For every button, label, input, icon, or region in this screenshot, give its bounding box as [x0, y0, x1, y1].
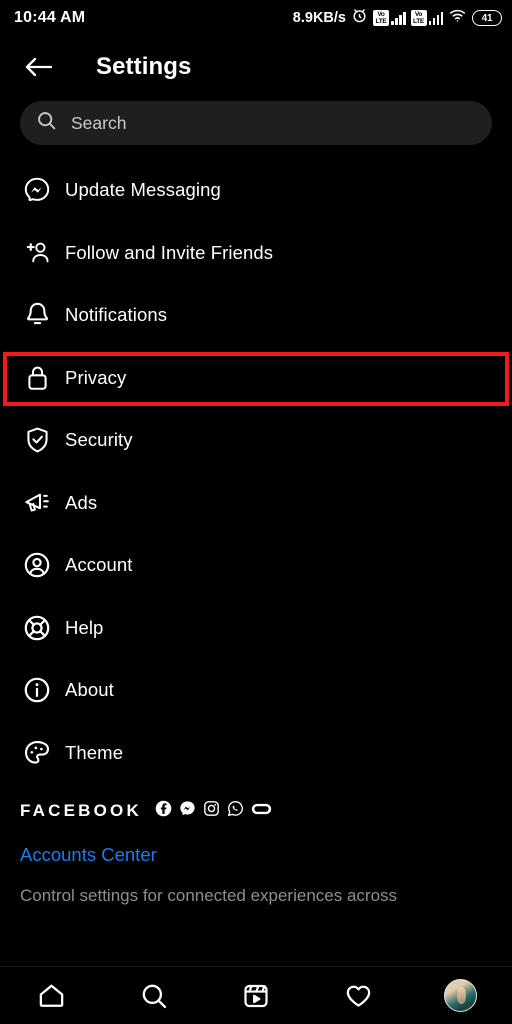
- search-icon: [36, 110, 57, 136]
- sim2-signal: VoLTE: [411, 10, 444, 26]
- bell-icon: [20, 298, 54, 332]
- nav-reels[interactable]: [229, 973, 283, 1019]
- battery-indicator: 41: [472, 10, 502, 26]
- search-placeholder: Search: [71, 113, 126, 134]
- footer-description: Control settings for connected experienc…: [20, 884, 492, 907]
- facebook-app-icons: [155, 800, 272, 822]
- app-header: Settings: [0, 36, 512, 98]
- settings-item-label: Account: [65, 554, 133, 576]
- megaphone-icon: [20, 486, 54, 520]
- settings-item-label: Help: [65, 617, 103, 639]
- settings-item-label: Security: [65, 429, 133, 451]
- settings-item-privacy[interactable]: Privacy: [0, 347, 512, 410]
- settings-item-ads[interactable]: Ads: [0, 472, 512, 535]
- status-icons: 8.9KB/s VoLTE VoLTE 41: [293, 0, 502, 36]
- instagram-icon: [203, 800, 220, 822]
- settings-item-update-messaging[interactable]: Update Messaging: [0, 159, 512, 222]
- settings-item-label: Privacy: [65, 367, 126, 389]
- facebook-brand-row: FACEBOOK: [20, 800, 492, 822]
- whatsapp-icon: [227, 800, 244, 822]
- settings-item-label: Notifications: [65, 304, 167, 326]
- page-title: Settings: [96, 53, 191, 81]
- settings-item-help[interactable]: Help: [0, 597, 512, 660]
- status-clock: 10:44 AM: [14, 9, 85, 27]
- nav-search[interactable]: [127, 973, 181, 1019]
- palette-icon: [20, 736, 54, 770]
- life-ring-icon: [20, 611, 54, 645]
- settings-item-label: Theme: [65, 742, 123, 764]
- settings-item-label: About: [65, 679, 114, 701]
- settings-item-theme[interactable]: Theme: [0, 722, 512, 785]
- messenger-icon: [20, 173, 54, 207]
- add-person-icon: [20, 236, 54, 270]
- network-speed-text: 8.9KB/s: [293, 10, 346, 26]
- accounts-center-link[interactable]: Accounts Center: [20, 844, 492, 866]
- lock-icon: [20, 361, 54, 395]
- shield-check-icon: [20, 423, 54, 457]
- search-input[interactable]: Search: [20, 101, 492, 145]
- settings-item-about[interactable]: About: [0, 659, 512, 722]
- settings-item-follow-and-invite-friends[interactable]: Follow and Invite Friends: [0, 222, 512, 285]
- alarm-clock-icon: [351, 7, 368, 29]
- settings-item-label: Ads: [65, 492, 97, 514]
- settings-item-label: Follow and Invite Friends: [65, 242, 273, 264]
- settings-menu: Update Messaging Follow and Invite Frien…: [0, 159, 512, 784]
- nav-activity[interactable]: [331, 973, 385, 1019]
- facebook-wordmark: FACEBOOK: [20, 801, 142, 821]
- sim2-bars-icon: [429, 11, 444, 25]
- facebook-icon: [155, 800, 172, 822]
- facebook-footer: FACEBOOK: [0, 784, 512, 907]
- nav-home[interactable]: [24, 973, 78, 1019]
- settings-item-notifications[interactable]: Notifications: [0, 284, 512, 347]
- nav-profile[interactable]: [434, 973, 488, 1019]
- settings-item-label: Update Messaging: [65, 179, 221, 201]
- sim1-bars-icon: [391, 11, 406, 25]
- messenger-icon: [179, 800, 196, 822]
- avatar[interactable]: [444, 979, 477, 1012]
- sim2-volte-icon: VoLTE: [411, 10, 427, 26]
- sim1-signal: VoLTE: [373, 10, 406, 26]
- wifi-icon: [448, 7, 467, 29]
- settings-item-account[interactable]: Account: [0, 534, 512, 597]
- bottom-navigation: [0, 966, 512, 1024]
- settings-item-security[interactable]: Security: [0, 409, 512, 472]
- portal-icon: [251, 802, 272, 821]
- sim1-volte-icon: VoLTE: [373, 10, 389, 26]
- back-arrow-icon[interactable]: [20, 48, 58, 86]
- search-section: Search: [0, 98, 512, 145]
- status-bar: 10:44 AM 8.9KB/s VoLTE VoLTE: [0, 0, 512, 36]
- info-circle-icon: [20, 673, 54, 707]
- person-circle-icon: [20, 548, 54, 582]
